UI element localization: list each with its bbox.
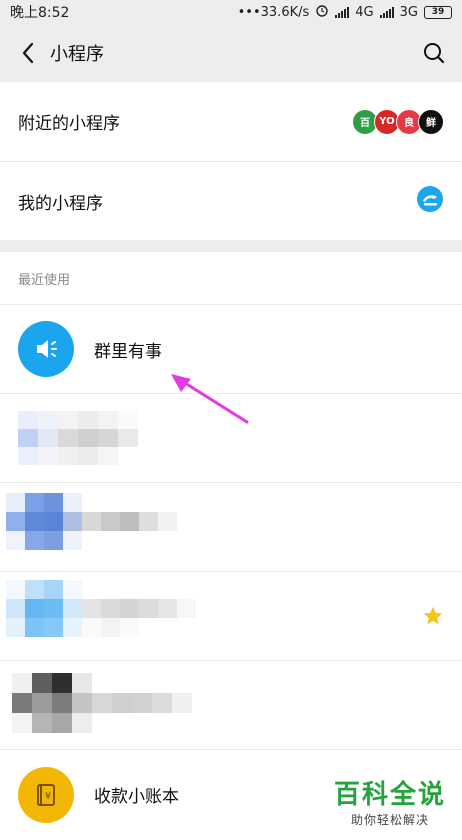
nearby-miniprograms-row[interactable]: 附近的小程序 百 YO 良 鲜	[0, 82, 462, 161]
recent-app-name: 群里有事	[94, 341, 162, 362]
recent-app-row-blurred[interactable]	[0, 572, 462, 661]
watermark-main: 百科全说	[333, 780, 446, 810]
nearby-logo-4: 鲜	[418, 108, 444, 135]
network-4g-label: 4G	[355, 4, 374, 20]
watermark: 百科全说 助你轻松解决	[334, 774, 446, 828]
nearby-miniprograms-label: 附近的小程序	[18, 114, 120, 134]
status-indicators: •••33.6K/s 4G 3G 39	[238, 3, 452, 21]
speaker-icon	[18, 321, 74, 377]
ledger-icon: ¥	[18, 766, 74, 823]
signal-icon	[335, 6, 350, 18]
my-miniprograms-label: 我的小程序	[18, 193, 103, 214]
watermark-sub: 助你轻松解决	[350, 813, 429, 827]
my-miniprograms-row[interactable]: 我的小程序	[0, 161, 462, 240]
page-title: 小程序	[50, 44, 104, 65]
back-icon[interactable]	[14, 39, 42, 67]
recent-app-row-blurred[interactable]	[0, 483, 462, 572]
status-time: 晚上8:52	[10, 5, 70, 21]
network-3g-label: 3G	[399, 4, 418, 20]
network-speed: •••33.6K/s	[237, 4, 310, 20]
recent-app-name: 收款小账本	[94, 787, 179, 807]
blurred-app-content	[12, 673, 192, 733]
search-icon[interactable]	[420, 39, 448, 67]
menu-section: 附近的小程序 百 YO 良 鲜 我的小程序	[0, 82, 462, 240]
alarm-icon	[315, 3, 329, 21]
blurred-app-content	[6, 580, 196, 637]
battery-icon: 39	[424, 5, 452, 19]
svg-text:¥: ¥	[45, 791, 51, 802]
my-miniprograms-icon	[416, 185, 444, 218]
star-icon[interactable]	[422, 605, 444, 631]
nearby-logos: 百 YO 良 鲜	[352, 108, 444, 135]
recent-header: 最近使用	[0, 252, 462, 305]
recent-section: 最近使用 群里有事 ¥ 收款小账本 百科全说 助你轻松解决	[0, 252, 462, 840]
status-bar: 晚上8:52 •••33.6K/s 4G 3G 39	[0, 0, 462, 24]
blurred-app-content	[18, 411, 158, 465]
annotation-arrow-icon	[171, 374, 249, 424]
recent-app-row-blurred[interactable]	[0, 661, 462, 750]
signal-icon-2	[379, 6, 394, 18]
nav-bar: 小程序	[0, 24, 462, 82]
blurred-app-content	[6, 493, 177, 550]
